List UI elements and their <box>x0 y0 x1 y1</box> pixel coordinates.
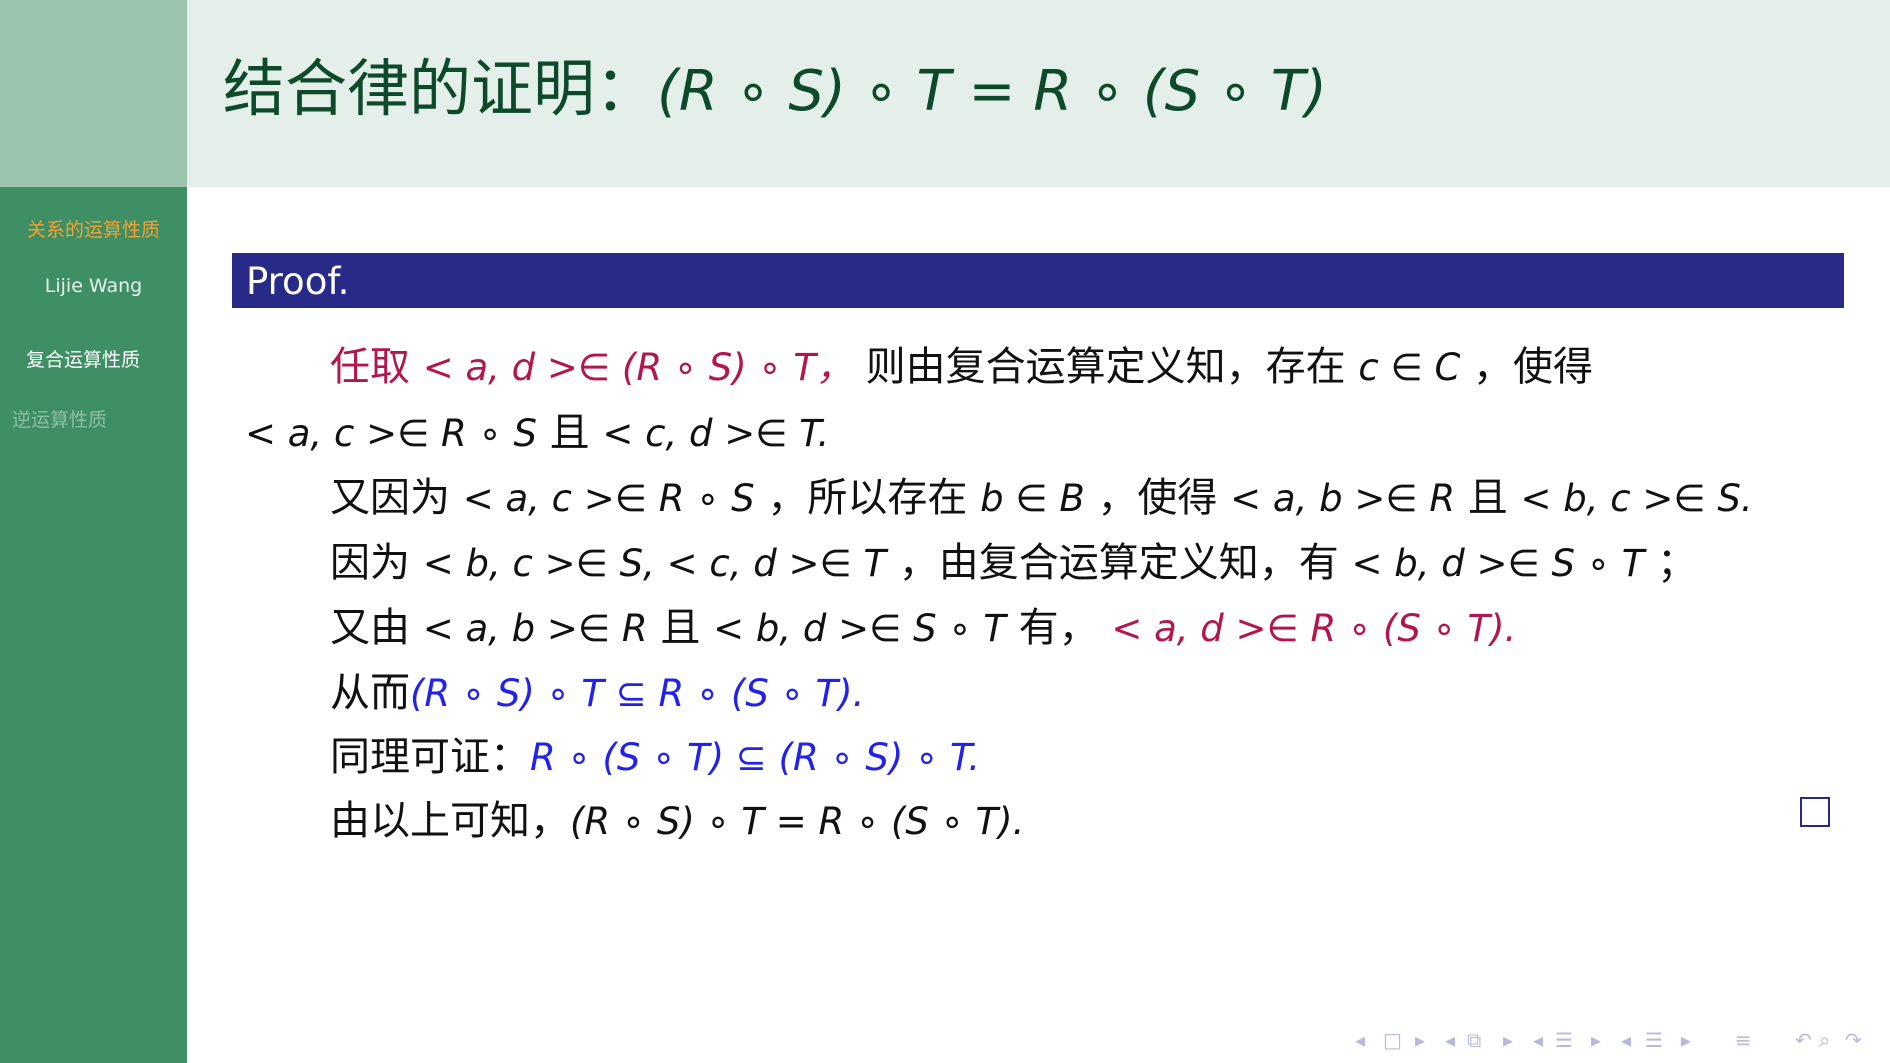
proof-text: 同理可证： <box>330 734 530 780</box>
proof-formula: < b, d >∈ S ∘ T <box>1351 542 1645 585</box>
proof-text: 则由复合运算定义知，存在 <box>865 344 1359 390</box>
proof-formula: < b, c >∈ S, < c, d >∈ T <box>422 542 887 585</box>
sidebar-logo-area <box>0 0 187 187</box>
nav-prev-section-icon[interactable]: ◂ <box>1533 1028 1543 1052</box>
nav-prev-doc-icon[interactable]: ◂ <box>1621 1028 1631 1052</box>
proof-formula: c ∈ C <box>1358 346 1461 389</box>
proof-text: ； <box>1657 540 1698 586</box>
nav-align-icon[interactable]: ≡ <box>1735 1028 1752 1052</box>
nav-redo-icon[interactable]: ↷ <box>1845 1028 1862 1052</box>
nav-doc-icon[interactable]: ☰ <box>1645 1028 1663 1052</box>
nav-next-section-icon[interactable]: ▸ <box>1591 1028 1601 1052</box>
qed-square-icon <box>1800 797 1830 827</box>
proof-text: 因为 <box>330 540 423 586</box>
proof-formula: < a, d >∈ (R ∘ S) ∘ T， <box>422 346 853 389</box>
sidebar-item-composition[interactable]: 复合运算性质 <box>26 345 140 372</box>
proof-formula: < a, d >∈ R ∘ (S ∘ T). <box>1111 607 1517 650</box>
proof-formula: < b, c >∈ S. <box>1520 477 1753 520</box>
proof-line-3: 又因为 < a, c >∈ R ∘ S ，所以存在 b ∈ B ，使得 < a,… <box>330 465 1753 523</box>
nav-section-icon[interactable]: ☰ <box>1555 1028 1573 1052</box>
proof-text: ，使得 <box>1097 475 1231 521</box>
proof-formula: (R ∘ S) ∘ T ⊆ R ∘ (S ∘ T). <box>410 672 865 715</box>
nav-next-frame-icon[interactable]: ▸ <box>1415 1028 1425 1052</box>
proof-text: 由以上可知， <box>330 798 570 844</box>
nav-next-subsection-icon[interactable]: ▸ <box>1503 1028 1513 1052</box>
proof-formula: < c, d >∈ T. <box>602 412 830 455</box>
proof-text: ，所以存在 <box>767 475 981 521</box>
sidebar <box>0 187 187 1063</box>
proof-line-5: 又由 < a, b >∈ R 且 < b, d >∈ S ∘ T 有， < a,… <box>330 595 1516 653</box>
proof-text: 从而 <box>330 670 410 716</box>
proof-formula: R ∘ (S ∘ T) ⊆ (R ∘ S) ∘ T. <box>530 736 980 779</box>
proof-text: 且 <box>1467 475 1521 521</box>
page-title: 结合律的证明：(R ∘ S) ∘ T = R ∘ (S ∘ T) <box>223 38 1327 128</box>
nav-undo-icon[interactable]: ↶ <box>1795 1028 1812 1052</box>
title-formula: (R ∘ S) ∘ T = R ∘ (S ∘ T) <box>657 59 1327 124</box>
proof-formula: < a, b >∈ R <box>1230 477 1456 520</box>
proof-formula: < a, c >∈ R ∘ S <box>245 412 537 455</box>
proof-text: 又因为 <box>330 475 463 521</box>
proof-formula: < a, b >∈ R <box>422 607 648 650</box>
nav-search-icon[interactable]: ⌕ <box>1819 1028 1830 1052</box>
proof-line-7: 同理可证：R ∘ (S ∘ T) ⊆ (R ∘ S) ∘ T. <box>330 724 980 782</box>
nav-subsection-icon[interactable]: ⧉ <box>1467 1028 1481 1052</box>
proof-block-header: Proof. <box>232 253 1844 308</box>
title-text: 结合律的证明： <box>223 52 658 125</box>
nav-prev-subsection-icon[interactable]: ◂ <box>1445 1028 1455 1052</box>
proof-label: Proof. <box>246 260 350 303</box>
proof-line-8: 由以上可知，(R ∘ S) ∘ T = R ∘ (S ∘ T). <box>330 788 1024 846</box>
proof-text: 且 <box>660 605 714 651</box>
proof-formula: b ∈ B <box>980 477 1085 520</box>
proof-line-6: 从而(R ∘ S) ∘ T ⊆ R ∘ (S ∘ T). <box>330 660 864 718</box>
proof-text: 又由 <box>330 605 423 651</box>
beamer-navigation-bar: ◂ □ ▸ ◂ ⧉ ▸ ◂ ☰ ▸ ◂ ☰ ▸ ≡ ↶ ⌕ ↷ <box>1355 1028 1875 1052</box>
proof-formula: < a, c >∈ R ∘ S <box>462 477 755 520</box>
sidebar-current-section[interactable]: 关系的运算性质 <box>0 215 187 242</box>
proof-text: 任取 <box>330 344 410 390</box>
proof-formula: (R ∘ S) ∘ T = R ∘ (S ∘ T). <box>570 800 1025 843</box>
sidebar-author: Lijie Wang <box>44 275 143 297</box>
proof-line-4: 因为 < b, c >∈ S, < c, d >∈ T ，由复合运算定义知，有 … <box>330 530 1697 588</box>
proof-text: 且 <box>549 410 603 456</box>
proof-text: ，使得 <box>1473 344 1594 390</box>
nav-frame-icon[interactable]: □ <box>1383 1028 1402 1052</box>
nav-next-doc-icon[interactable]: ▸ <box>1681 1028 1691 1052</box>
proof-text: ，由复合运算定义知，有 <box>898 540 1352 586</box>
slide-header: 结合律的证明：(R ∘ S) ∘ T = R ∘ (S ∘ T) <box>187 0 1890 187</box>
nav-prev-frame-icon[interactable]: ◂ <box>1355 1028 1365 1052</box>
proof-line-2: < a, c >∈ R ∘ S 且 < c, d >∈ T. <box>245 400 829 458</box>
proof-text: 有， <box>1018 605 1112 651</box>
proof-formula: < b, d >∈ S ∘ T <box>713 607 1006 650</box>
sidebar-item-inverse[interactable]: 逆运算性质 <box>12 405 107 432</box>
proof-line-1: 任取 < a, d >∈ (R ∘ S) ∘ T， 则由复合运算定义知，存在 c… <box>330 334 1593 392</box>
